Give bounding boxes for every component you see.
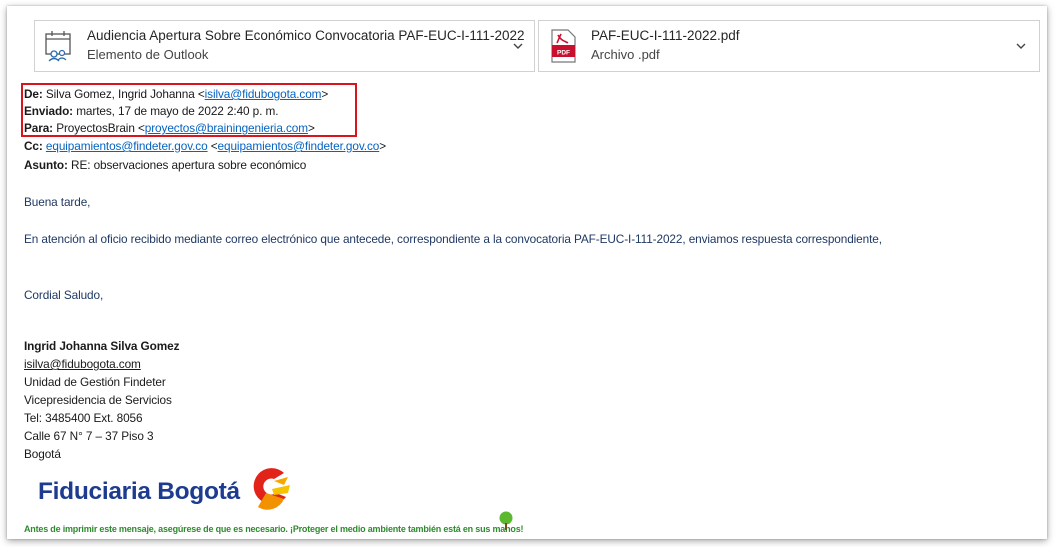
attachment-type: Elemento de Outlook xyxy=(87,47,209,62)
cc-line: Cc: equipamientos@findeter.gov.co <equip… xyxy=(24,139,386,153)
attachment-outlook-item[interactable]: Audiencia Apertura Sobre Económico Convo… xyxy=(34,20,535,72)
company-logo-text: Fiduciaria Bogotá xyxy=(38,478,240,505)
signature-vp: Vicepresidencia de Servicios xyxy=(24,393,172,407)
pdf-icon: PDF xyxy=(551,29,576,63)
signature-address: Calle 67 N° 7 – 37 Piso 3 xyxy=(24,429,154,443)
cc-email-link[interactable]: equipamientos@findeter.gov.co xyxy=(46,139,208,153)
attachment-title: Audiencia Apertura Sobre Económico Convo… xyxy=(87,28,525,43)
outlook-calendar-icon xyxy=(45,31,71,62)
signature-city: Bogotá xyxy=(24,447,61,461)
signature-unit: Unidad de Gestión Findeter xyxy=(24,375,166,389)
signature-name: Ingrid Johanna Silva Gomez xyxy=(24,339,180,353)
fiduciaria-logo-icon xyxy=(253,468,290,510)
signature-tel: Tel: 3485400 Ext. 8056 xyxy=(24,411,143,425)
pdf-label: PDF xyxy=(557,50,570,57)
subject-label: Asunto: xyxy=(24,158,68,172)
cc-close: > xyxy=(379,139,387,153)
attachment-pdf[interactable]: PDF PAF-EUC-I-111-2022.pdf Archivo .pdf xyxy=(538,20,1040,72)
highlight-box xyxy=(21,83,357,137)
cc-label: Cc: xyxy=(24,139,43,153)
attachment-title: PAF-EUC-I-111-2022.pdf xyxy=(591,28,740,43)
cc-separator: < xyxy=(207,139,218,153)
signature-email-link[interactable]: isilva@fidubogota.com xyxy=(24,357,141,371)
closing: Cordial Saludo, xyxy=(24,288,104,302)
greeting: Buena tarde, xyxy=(24,195,91,209)
subject-line: Asunto: RE: observaciones apertura sobre… xyxy=(24,158,306,172)
subject-value: RE: observaciones apertura sobre económi… xyxy=(67,158,307,172)
chevron-down-icon[interactable] xyxy=(1014,39,1028,53)
tree-icon xyxy=(499,511,513,530)
eco-note: Antes de imprimir este mensaje, asegúres… xyxy=(24,524,524,534)
chevron-down-icon[interactable] xyxy=(511,39,525,53)
attachment-type: Archivo .pdf xyxy=(591,47,660,62)
cc-email-link-2[interactable]: equipamientos@findeter.gov.co xyxy=(218,139,380,153)
body-paragraph: En atención al oficio recibido mediante … xyxy=(24,232,882,246)
